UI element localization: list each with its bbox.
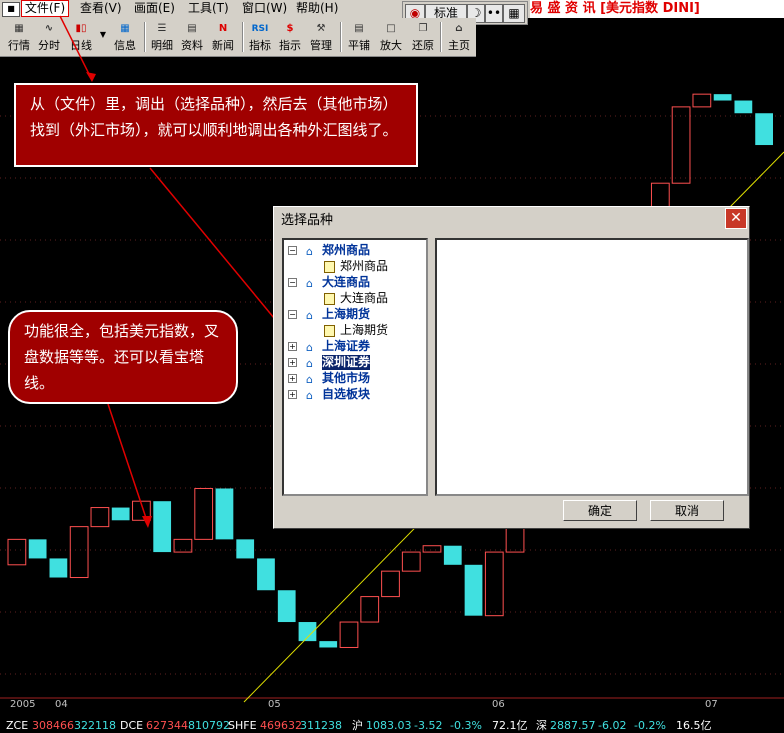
house-icon: ⌂ [306,373,313,386]
house-icon: ⌂ [306,341,313,354]
collapse-icon[interactable]: − [288,246,297,255]
sh-amount: 72.1亿 [492,719,528,732]
arrow-head [142,516,152,528]
sz-label: 深 [536,719,547,732]
collapse-icon[interactable]: − [288,278,297,287]
document-icon [324,261,335,273]
tree-node-label: 大连商品 [322,275,371,289]
sz-percent: -0.2% [634,719,666,732]
document-icon [324,293,335,305]
zce-value-1: 308466 [32,719,74,732]
expand-icon[interactable]: + [288,342,297,351]
shfe-value-2: 311238 [300,719,342,732]
sh-percent: -0.3% [450,719,482,732]
sh-change: -3.52 [414,719,443,732]
dce-value-2: 810792 [188,719,230,732]
dce-label: DCE [120,719,144,732]
tree-leaf-label: 上海期货 [340,323,389,337]
tree-node-label: 自选板块 [322,387,371,401]
close-icon[interactable]: ✕ [725,208,747,229]
dialog-title-text: 选择品种 [281,213,334,228]
dialog-title: 选择品种 [277,210,746,232]
tree-node-label: 其他市场 [322,371,371,385]
select-symbol-dialog: 选择品种 ✕ − ⌂ 郑州商品 郑州商品 − ⌂ 大连商品 大连商品 − ⌂ 上海期货 上海… [273,206,750,529]
document-icon [324,325,335,337]
market-tree: − ⌂ 郑州商品 郑州商品 − ⌂ 大连商品 大连商品 − ⌂ 上海期货 上海期货 + ⌂ 上海… [282,238,428,496]
sz-amount: 16.5亿 [676,719,712,732]
shfe-label: SHFE [228,719,257,732]
tree-node-label: 上海证券 [322,339,371,353]
dce-value-1: 627344 [146,719,188,732]
callout-instructions: 从（文件）里，调出（选择品种），然后去（其他市场）找到（外汇市场），就可以顺利地… [14,83,418,167]
arrow-line [59,15,93,81]
tree-node-label: 深圳证券 [322,355,371,370]
sh-index: 1083.03 [366,719,412,732]
house-icon: ⌂ [306,389,313,402]
cancel-button[interactable]: 取消 [650,500,724,521]
tree-node-label: 上海期货 [322,307,371,321]
shfe-value-1: 469632 [260,719,302,732]
tree-leaf-label: 郑州商品 [340,259,389,273]
symbol-list[interactable] [435,238,749,496]
collapse-icon[interactable]: − [288,310,297,319]
expand-icon[interactable]: + [288,374,297,383]
status-bar: ZCE 308466 322118 DCE 627344 810792 SHFE… [0,718,784,733]
zce-value-2: 322118 [74,719,116,732]
expand-icon[interactable]: + [288,390,297,399]
expand-icon[interactable]: + [288,358,297,367]
house-icon: ⌂ [306,277,313,290]
sz-change: -6.02 [598,719,627,732]
house-icon: ⌂ [306,309,313,322]
tree-leaf-label: 大连商品 [340,291,389,305]
house-icon: ⌂ [306,245,313,258]
zce-label: ZCE [6,719,29,732]
ok-button[interactable]: 确定 [563,500,637,521]
arrow-head [86,72,96,82]
tree-node-label: 郑州商品 [322,243,371,257]
callout-features: 功能很全，包括美元指数，叉盘数据等等。还可以看宝塔线。 [8,310,238,404]
house-icon: ⌂ [306,357,313,370]
sh-label: 沪 [352,719,363,732]
arrow-line [107,403,149,525]
sz-index: 2887.57 [550,719,596,732]
